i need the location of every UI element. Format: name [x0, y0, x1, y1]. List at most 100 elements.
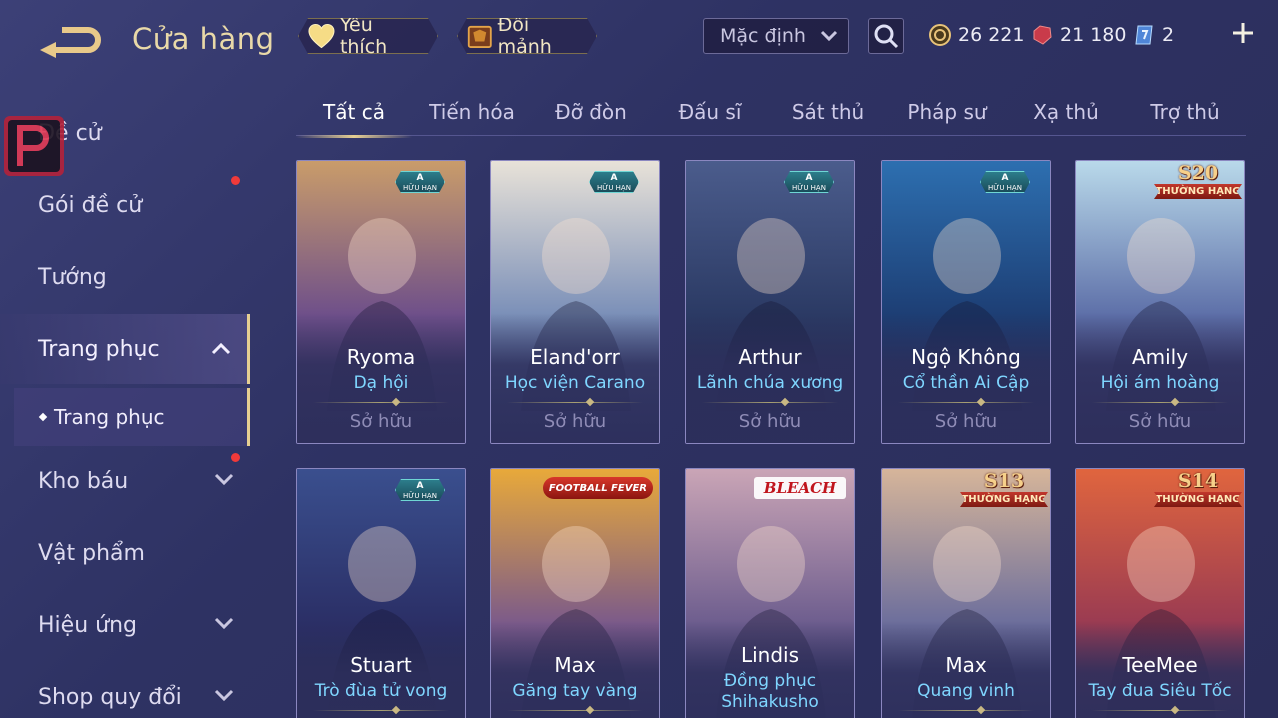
skin-name: Hội ám hoàng — [1100, 373, 1220, 393]
tab-label: Pháp sư — [907, 100, 987, 124]
search-icon — [874, 24, 899, 49]
top-up-button[interactable] — [1228, 18, 1258, 48]
skin-name: Quang vinh — [917, 681, 1015, 701]
sidebar-item-label: Kho báu — [38, 468, 129, 494]
tab-assassin[interactable]: Sát thủ — [770, 88, 886, 136]
skin-card[interactable]: A HỮU HẠN Arthur Lãnh chúa xương Sở hữu — [685, 160, 855, 444]
category-tabs: Tất cả Tiến hóa Đỡ đòn Đấu sĩ Sát thủ Ph… — [296, 88, 1246, 138]
tab-evolution[interactable]: Tiến hóa — [414, 88, 530, 136]
tab-support[interactable]: Trợ thủ — [1127, 88, 1243, 136]
skin-card[interactable]: FOOTBALL FEVER Max Găng tay vàng — [490, 468, 660, 718]
tab-label: Trợ thủ — [1150, 100, 1220, 124]
tab-tank[interactable]: Đỡ đòn — [533, 88, 649, 136]
sidebar-item-treasure[interactable]: Kho báu — [0, 450, 250, 512]
sort-dropdown[interactable]: Mặc định — [703, 18, 849, 54]
tab-label: Đỡ đòn — [555, 100, 627, 124]
skin-card[interactable]: A HỮU HẠN Eland'orr Học viện Carano Sở hữu — [490, 160, 660, 444]
season-rank-badge: S13 THƯỜNG HẠNG — [960, 471, 1048, 511]
skin-card[interactable]: A HỮU HẠN Ryoma Dạ hội Sở hữu — [296, 160, 466, 444]
plus-icon — [1233, 23, 1253, 43]
p-logo-icon — [8, 120, 60, 172]
badge-text: HỮU HẠN — [403, 492, 437, 500]
ruby-gem-icon — [1033, 25, 1052, 45]
card-divider — [507, 710, 643, 711]
bullet-icon — [38, 412, 48, 422]
favorite-button[interactable]: Yêu thích — [298, 18, 438, 54]
badge-grade: A — [1001, 173, 1009, 183]
card-divider — [898, 710, 1034, 711]
skin-card[interactable]: A HỮU HẠN Stuart Trò đùa tử vong — [296, 468, 466, 718]
limited-badge: A HỮU HẠN — [395, 479, 445, 501]
hero-name: Max — [554, 653, 596, 677]
skin-name: Dạ hội — [353, 373, 409, 393]
sidebar-item-effects[interactable]: Hiệu ứng — [0, 594, 250, 656]
hero-name: Ryoma — [346, 345, 416, 369]
season-label: S20 — [1177, 162, 1219, 184]
tab-label: Tất cả — [323, 100, 385, 124]
card-divider — [313, 710, 449, 711]
top-bar: Cửa hàng Yêu thích Đổi mảnh Mặc định 26 … — [0, 0, 1278, 78]
notification-dot — [231, 176, 240, 185]
ownership-status: Sở hữu — [543, 411, 607, 432]
tab-marksman[interactable]: Xạ thủ — [1008, 88, 1124, 136]
card-divider — [1092, 402, 1228, 403]
sidebar-item-skins[interactable]: Trang phục — [0, 314, 250, 384]
ownership-status: Sở hữu — [1128, 411, 1192, 432]
sidebar-item-heroes[interactable]: Tướng — [0, 246, 250, 308]
season-rank-badge: S20 THƯỜNG HẠNG — [1154, 163, 1242, 203]
skin-name: Học viện Carano — [504, 373, 646, 393]
voucher-icon — [1135, 25, 1153, 45]
notification-dot — [231, 453, 240, 462]
sidebar-subitem-label: Trang phục — [54, 405, 165, 429]
skin-name: Cổ thần Ai Cập — [902, 373, 1030, 393]
skin-card[interactable]: S20 THƯỜNG HẠNG Amily Hội ám hoàng Sở hữu — [1075, 160, 1245, 444]
skin-card[interactable]: BLEACH Lindis Đồng phục Shihakusho — [685, 468, 855, 718]
trade-fragments-button[interactable]: Đổi mảnh — [457, 18, 597, 54]
sidebar-item-exchange-shop[interactable]: Shop quy đổi — [0, 666, 250, 718]
tab-all[interactable]: Tất cả — [296, 88, 412, 138]
limited-badge: A HỮU HẠN — [980, 171, 1030, 193]
sort-selected-value: Mặc định — [720, 25, 806, 47]
hero-name: Stuart — [350, 653, 412, 677]
skin-name: Găng tay vàng — [512, 681, 638, 701]
sidebar-subitem-skins[interactable]: Trang phục — [14, 388, 250, 446]
skin-name: Trò đùa tử vong — [314, 681, 448, 701]
skin-card[interactable]: A HỮU HẠN Ngộ Không Cổ thần Ai Cập Sở hữu — [881, 160, 1051, 444]
hero-name: Eland'orr — [530, 345, 620, 369]
card-divider — [702, 402, 838, 403]
skin-name: Lãnh chúa xương — [696, 373, 844, 393]
sidebar-item-bundles[interactable]: Gói đề cử — [0, 174, 250, 236]
rank-text: THƯỜNG HẠNG — [960, 492, 1048, 507]
tab-label: Sát thủ — [791, 100, 865, 124]
ownership-status: Sở hữu — [738, 411, 802, 432]
skin-card[interactable]: S14 THƯỜNG HẠNG TeeMee Tay đua Siêu Tốc — [1075, 468, 1245, 718]
search-button[interactable] — [868, 18, 904, 54]
sidebar: Đề cử Gói đề cử Tướng Trang phục Trang p… — [0, 88, 252, 718]
voucher-amount: 2 — [1162, 24, 1175, 46]
tab-fighter[interactable]: Đấu sĩ — [652, 88, 768, 136]
sidebar-item-label: Gói đề cử — [38, 192, 143, 218]
hero-name: Amily — [1131, 345, 1189, 369]
ownership-status: Sở hữu — [349, 411, 413, 432]
tab-label: Xạ thủ — [1033, 100, 1099, 124]
overlay-logo — [4, 116, 64, 176]
back-arrow-icon — [40, 27, 101, 58]
gold-coin-icon — [929, 24, 951, 46]
season-label: S13 — [983, 470, 1025, 492]
skin-card[interactable]: S13 THƯỜNG HẠNG Max Quang vinh — [881, 468, 1051, 718]
tab-label: Tiến hóa — [429, 100, 515, 124]
heart-icon — [307, 22, 336, 50]
back-button[interactable] — [38, 22, 104, 58]
chevron-down-icon — [214, 617, 234, 630]
hero-name: Ngộ Không — [911, 345, 1021, 369]
gold-balance: 26 221 — [928, 20, 1024, 50]
trade-label: Đổi mảnh — [497, 14, 552, 58]
tab-mage[interactable]: Pháp sư — [889, 88, 1005, 136]
favorite-label: Yêu thích — [339, 14, 388, 58]
sidebar-item-items[interactable]: Vật phẩm — [0, 522, 250, 584]
limited-badge: A HỮU HẠN — [784, 171, 834, 193]
badge-grade: A — [610, 173, 618, 183]
hero-name: Lindis — [740, 643, 800, 667]
badge-text: HỮU HẠN — [403, 184, 437, 192]
card-divider — [898, 402, 1034, 403]
